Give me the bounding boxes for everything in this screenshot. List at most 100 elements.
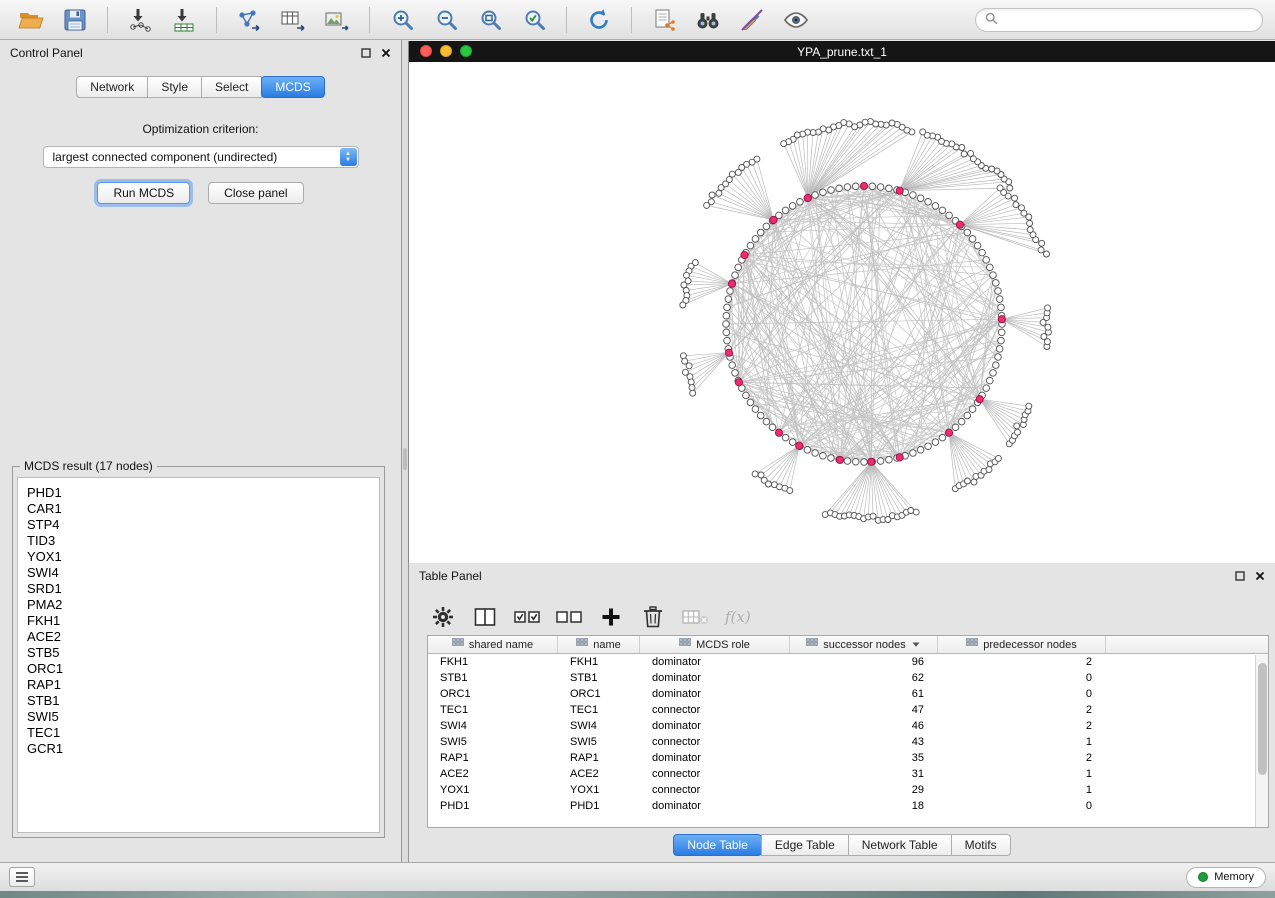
- save-session-button[interactable]: [56, 4, 94, 36]
- cell-shared-name[interactable]: ORC1: [428, 686, 558, 702]
- network-node[interactable]: [723, 329, 730, 336]
- network-node[interactable]: [861, 459, 868, 466]
- zoom-selected-button[interactable]: [515, 4, 553, 36]
- task-history-button[interactable]: [9, 867, 35, 887]
- network-node[interactable]: [724, 304, 731, 311]
- network-node[interactable]: [925, 199, 932, 206]
- mcds-dominator-node[interactable]: [804, 194, 811, 201]
- network-node[interactable]: [917, 447, 924, 454]
- network-node[interactable]: [727, 288, 734, 295]
- network-node[interactable]: [704, 202, 710, 208]
- mcds-result-item[interactable]: SRD1: [27, 581, 370, 597]
- mcds-result-item[interactable]: PHD1: [27, 485, 370, 501]
- network-window-titlebar[interactable]: YPA_prune.txt_1: [409, 41, 1275, 62]
- cell-name[interactable]: YOX1: [558, 782, 640, 798]
- network-node[interactable]: [1039, 240, 1045, 246]
- scrollbar-thumb[interactable]: [1258, 663, 1267, 775]
- window-zoom-icon[interactable]: [460, 45, 472, 57]
- network-node[interactable]: [869, 183, 876, 190]
- network-node[interactable]: [723, 312, 730, 319]
- table-tab-motifs[interactable]: Motifs: [951, 834, 1011, 856]
- network-node[interactable]: [1012, 195, 1018, 201]
- chevron-down-icon[interactable]: [911, 639, 921, 651]
- close-table-panel-icon[interactable]: [1255, 571, 1265, 581]
- float-panel-icon[interactable]: [361, 48, 371, 58]
- table-row[interactable]: ACE2ACE2connector311: [428, 766, 1268, 782]
- column-header-mcds-role[interactable]: MCDS role: [640, 636, 790, 653]
- cell-name[interactable]: TEC1: [558, 702, 640, 718]
- annotation-mode-button[interactable]: [733, 4, 771, 36]
- cell-predecessor-nodes[interactable]: 0: [938, 686, 1106, 702]
- network-node[interactable]: [964, 478, 970, 484]
- network-node[interactable]: [993, 280, 1000, 287]
- cell-shared-name[interactable]: SWI5: [428, 734, 558, 750]
- mcds-dominator-node[interactable]: [956, 221, 963, 228]
- network-node[interactable]: [920, 129, 926, 135]
- network-node[interactable]: [757, 229, 764, 236]
- show-columns-button[interactable]: [471, 602, 499, 632]
- table-tab-node-table[interactable]: Node Table: [673, 834, 762, 856]
- mcds-dominator-node[interactable]: [728, 280, 735, 287]
- export-image-button[interactable]: [318, 4, 356, 36]
- network-node[interactable]: [1044, 251, 1050, 257]
- window-minimize-icon[interactable]: [440, 45, 452, 57]
- network-node[interactable]: [987, 377, 994, 384]
- network-canvas[interactable]: [409, 62, 1275, 563]
- network-node[interactable]: [787, 488, 793, 494]
- mcds-dominator-node[interactable]: [735, 379, 742, 386]
- network-node[interactable]: [990, 370, 997, 377]
- column-header-shared-name[interactable]: shared name: [428, 636, 558, 653]
- network-node[interactable]: [747, 399, 754, 406]
- network-node[interactable]: [686, 363, 692, 369]
- network-node[interactable]: [852, 458, 859, 465]
- network-node[interactable]: [781, 141, 787, 147]
- network-node[interactable]: [998, 337, 1005, 344]
- network-node[interactable]: [812, 192, 819, 199]
- cell-shared-name[interactable]: ACE2: [428, 766, 558, 782]
- cell-predecessor-nodes[interactable]: 2: [938, 702, 1106, 718]
- cell-predecessor-nodes[interactable]: 2: [938, 718, 1106, 734]
- mcds-dominator-node[interactable]: [725, 349, 732, 356]
- network-node[interactable]: [765, 481, 771, 487]
- network-node[interactable]: [747, 242, 754, 249]
- network-node[interactable]: [996, 296, 1003, 303]
- cell-name[interactable]: ORC1: [558, 686, 640, 702]
- cell-predecessor-nodes[interactable]: 1: [938, 766, 1106, 782]
- network-node[interactable]: [683, 272, 689, 278]
- search-input[interactable]: [1004, 13, 1253, 27]
- network-node[interactable]: [828, 455, 835, 462]
- network-node[interactable]: [961, 151, 967, 157]
- column-header-name[interactable]: name: [558, 636, 640, 653]
- cell-predecessor-nodes[interactable]: 2: [938, 750, 1106, 766]
- table-row[interactable]: YOX1YOX1connector291: [428, 782, 1268, 798]
- window-close-icon[interactable]: [420, 45, 432, 57]
- network-node[interactable]: [889, 120, 895, 126]
- network-node[interactable]: [732, 370, 739, 377]
- network-node[interactable]: [844, 458, 851, 465]
- mcds-dominator-node[interactable]: [796, 442, 803, 449]
- network-node[interactable]: [932, 439, 939, 446]
- cell-predecessor-nodes[interactable]: 1: [938, 734, 1106, 750]
- network-node[interactable]: [752, 471, 758, 477]
- network-node[interactable]: [964, 229, 971, 236]
- network-node[interactable]: [877, 184, 884, 191]
- zoom-fit-button[interactable]: [471, 4, 509, 36]
- network-node[interactable]: [752, 236, 759, 243]
- cell-name[interactable]: ACE2: [558, 766, 640, 782]
- network-node[interactable]: [743, 392, 750, 399]
- network-node[interactable]: [1045, 324, 1051, 330]
- network-node[interactable]: [968, 150, 974, 156]
- network-node[interactable]: [971, 479, 977, 485]
- run-mcds-button[interactable]: Run MCDS: [97, 182, 190, 204]
- network-node[interactable]: [986, 467, 992, 473]
- network-node[interactable]: [969, 406, 976, 413]
- network-node[interactable]: [996, 346, 1003, 353]
- cell-shared-name[interactable]: YOX1: [428, 782, 558, 798]
- zoom-in-button[interactable]: [383, 4, 421, 36]
- network-node[interactable]: [995, 288, 1002, 295]
- network-node[interactable]: [1038, 247, 1044, 253]
- network-node[interactable]: [763, 223, 770, 230]
- network-node[interactable]: [769, 424, 776, 431]
- network-node[interactable]: [917, 195, 924, 202]
- mcds-result-item[interactable]: STB5: [27, 645, 370, 661]
